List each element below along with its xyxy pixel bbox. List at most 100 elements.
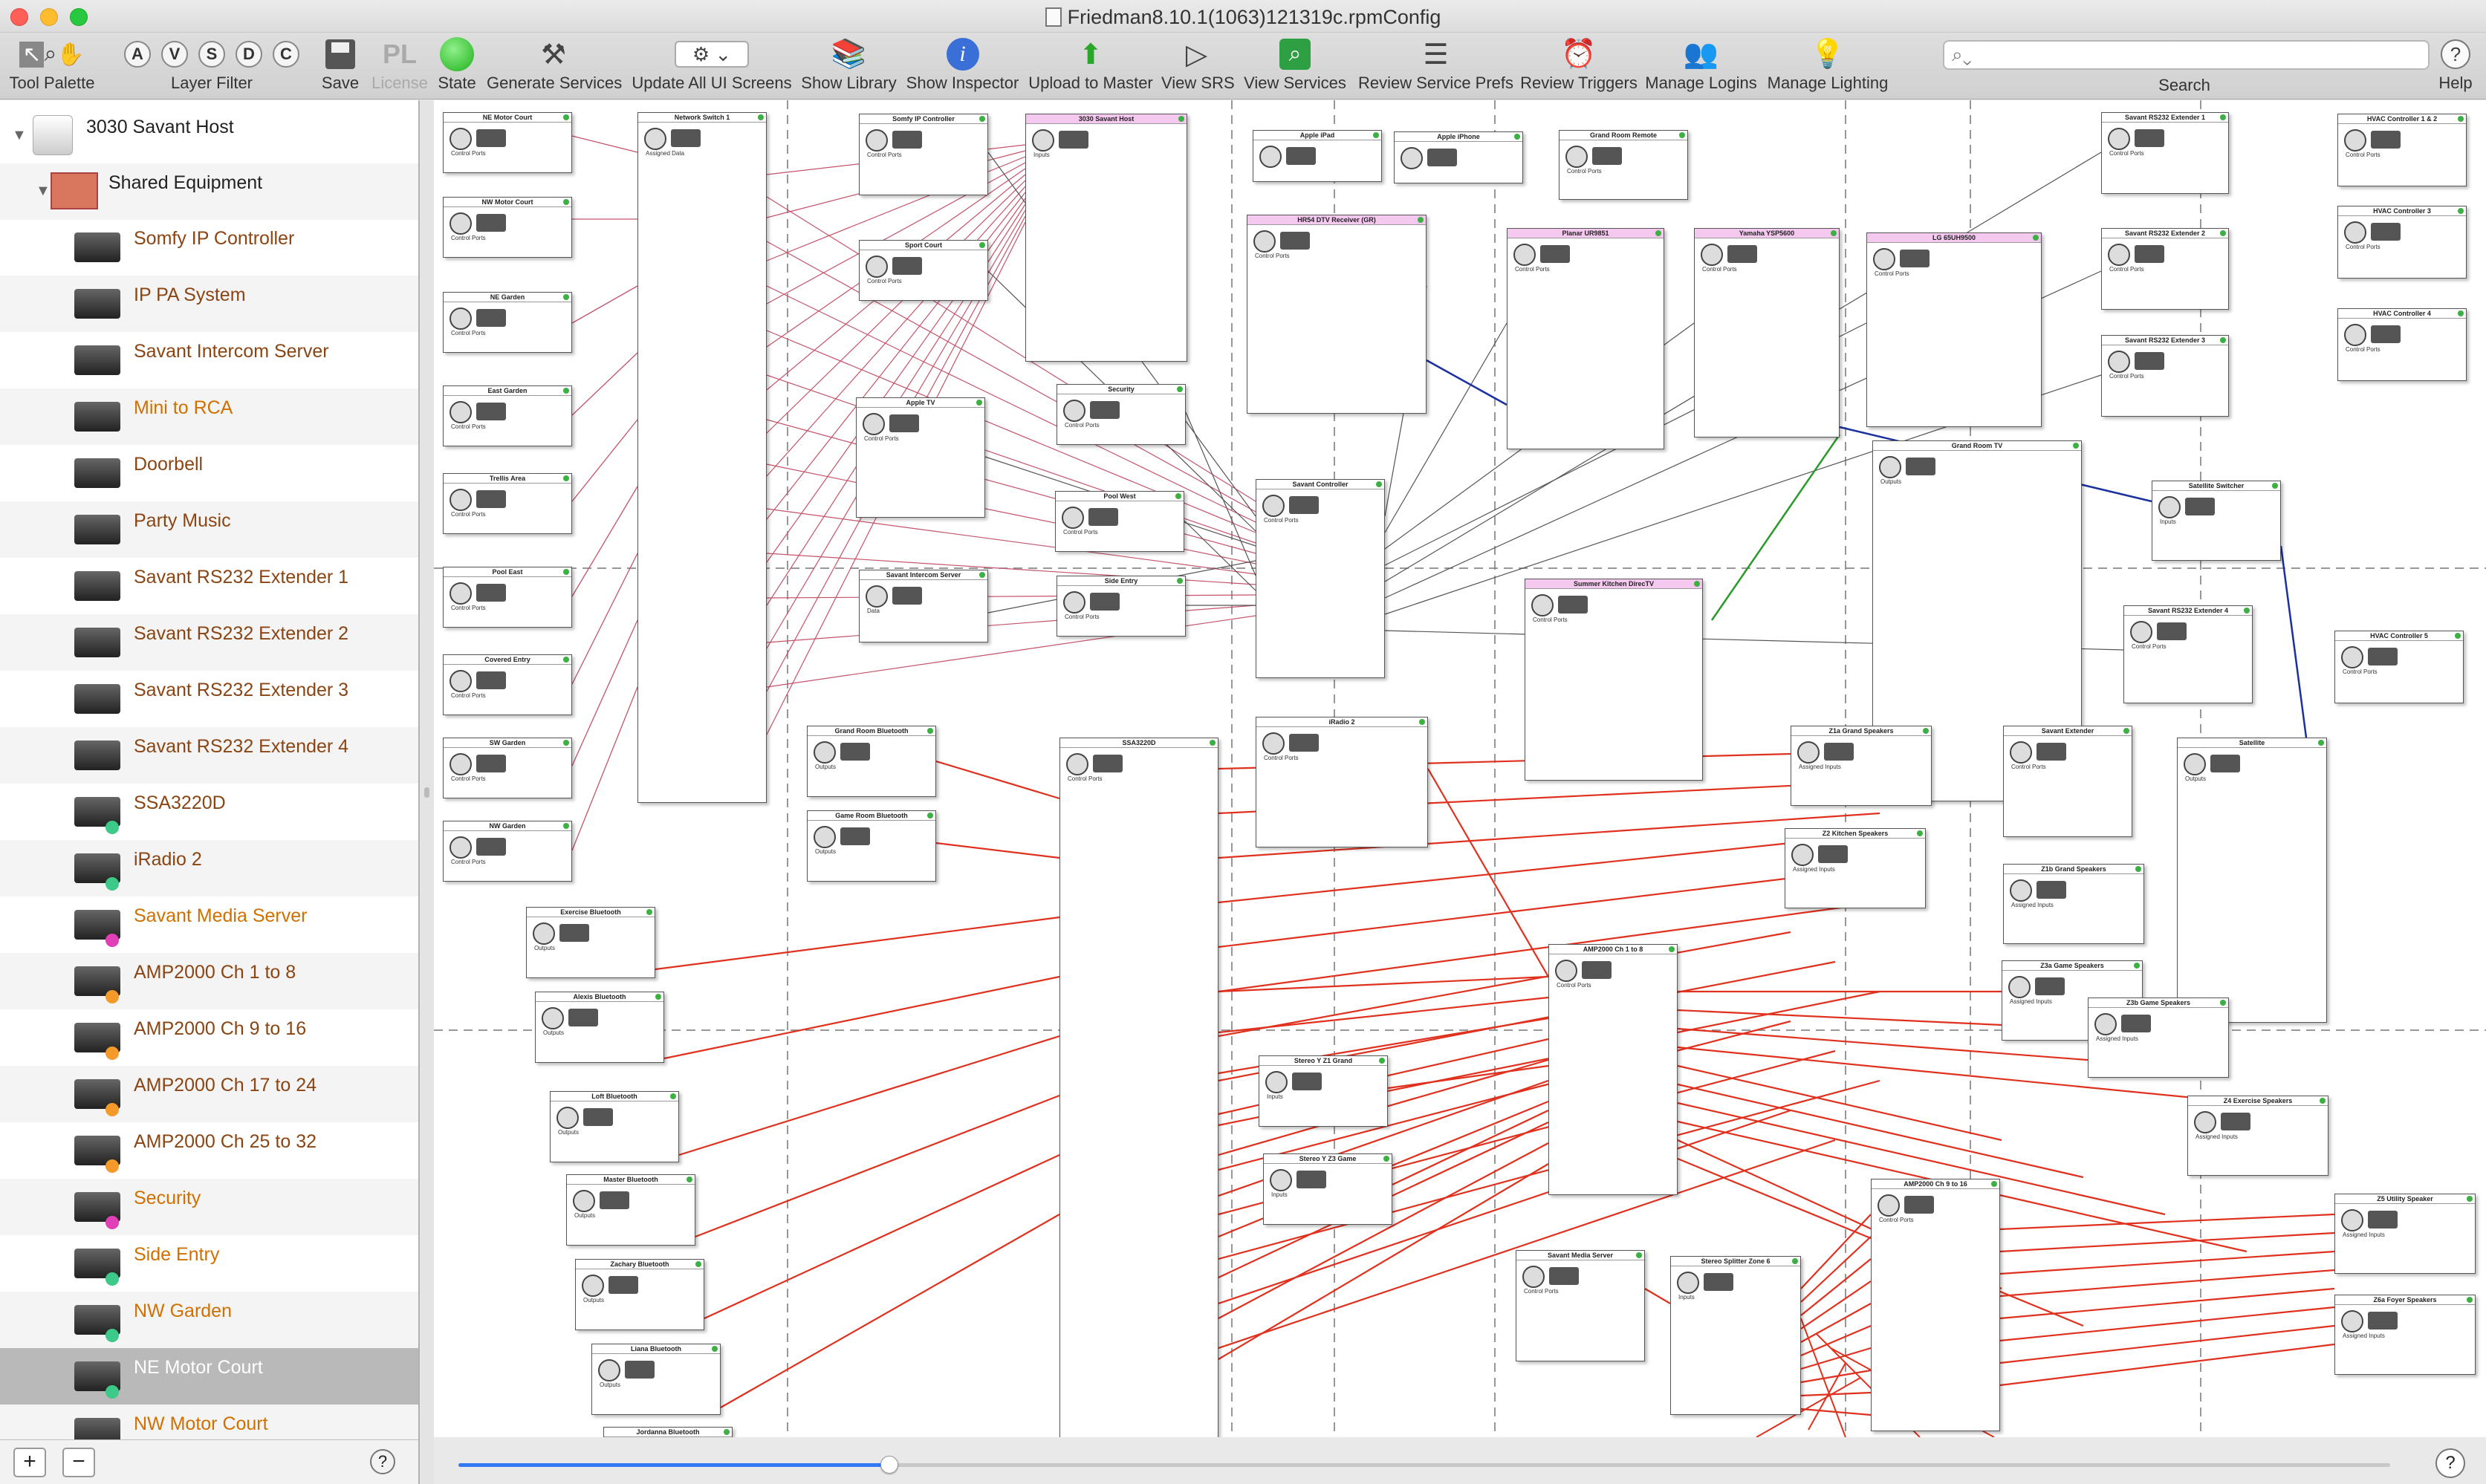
tree-item[interactable]: IP PA System	[0, 276, 418, 332]
device-settings-icon[interactable]	[866, 129, 888, 152]
tree-item[interactable]: Savant RS232 Extender 1	[0, 558, 418, 614]
device-settings-icon[interactable]	[450, 128, 472, 150]
device-block[interactable]: Planar UR9851 Control Ports	[1507, 228, 1664, 449]
device-settings-icon[interactable]	[542, 1007, 564, 1029]
device-settings-icon[interactable]	[1401, 147, 1423, 169]
device-settings-icon[interactable]	[2130, 621, 2152, 643]
device-settings-icon[interactable]	[1265, 1071, 1288, 1093]
sidebar-tree[interactable]: ▼ 3030 Savant Host ▼ Shared Equipment Somfy …	[0, 100, 420, 1484]
device-block[interactable]: Z2 Kitchen Speakers Assigned Inputs	[1785, 828, 1926, 908]
review-prefs-button[interactable]: ☰ Review Service Prefs	[1356, 37, 1516, 92]
device-settings-icon[interactable]	[1879, 456, 1901, 478]
device-block[interactable]: Apple TV Control Ports	[856, 397, 985, 518]
device-block[interactable]: NW Garden Control Ports	[443, 821, 572, 882]
device-settings-icon[interactable]	[2344, 324, 2366, 346]
show-inspector-button[interactable]: i Show Inspector	[905, 37, 1020, 92]
device-block[interactable]: Savant RS232 Extender 3 Control Ports	[2101, 335, 2229, 417]
device-settings-icon[interactable]	[450, 836, 472, 859]
device-settings-icon[interactable]	[644, 128, 666, 150]
device-settings-icon[interactable]	[1032, 129, 1054, 152]
device-settings-icon[interactable]	[863, 413, 885, 435]
device-settings-icon[interactable]	[1062, 507, 1084, 529]
tree-item[interactable]: Savant Intercom Server	[0, 332, 418, 388]
tree-item[interactable]: AMP2000 Ch 9 to 16	[0, 1009, 418, 1066]
tree-item[interactable]: Side Entry	[0, 1235, 418, 1292]
tree-item[interactable]: Party Music	[0, 501, 418, 558]
layer-a-button[interactable]: A	[124, 41, 151, 68]
device-block[interactable]: Apple iPad	[1253, 130, 1382, 182]
device-block[interactable]: Alexis Bluetooth Outputs	[535, 992, 664, 1063]
device-block[interactable]: Pool West Control Ports	[1055, 491, 1184, 552]
review-triggers-button[interactable]: ⏰ Review Triggers	[1519, 37, 1638, 92]
device-settings-icon[interactable]	[866, 256, 888, 278]
tree-item[interactable]: Security	[0, 1179, 418, 1235]
device-settings-icon[interactable]	[582, 1275, 604, 1297]
tree-item[interactable]: AMP2000 Ch 1 to 8	[0, 953, 418, 1009]
zoom-slider-track[interactable]	[889, 1463, 2390, 1467]
tree-item[interactable]: Savant RS232 Extender 2	[0, 614, 418, 671]
device-settings-icon[interactable]	[1791, 844, 1814, 866]
device-block[interactable]: Stereo Splitter Zone 6 Inputs	[1670, 1256, 1801, 1415]
layer-c-button[interactable]: C	[273, 41, 299, 68]
device-settings-icon[interactable]	[1262, 495, 1285, 517]
canvas-help-icon[interactable]: ?	[2435, 1448, 2465, 1478]
device-block[interactable]: Pool East Control Ports	[443, 567, 572, 628]
device-settings-icon[interactable]	[1270, 1169, 1292, 1191]
schematic-canvas[interactable]: NE Motor Court Control Ports NW Motor Cour…	[434, 100, 2486, 1437]
device-block[interactable]: Trellis Area Control Ports	[443, 473, 572, 534]
tool-palette[interactable]: ↖ ⌕ ✋ Tool Palette	[7, 37, 97, 92]
device-block[interactable]: Security Control Ports	[1057, 384, 1186, 445]
device-block[interactable]: East Garden Control Ports	[443, 385, 572, 446]
device-settings-icon[interactable]	[533, 922, 555, 945]
device-block[interactable]: HVAC Controller 1 & 2 Control Ports	[2337, 114, 2467, 186]
device-settings-icon[interactable]	[1677, 1272, 1699, 1294]
manage-lighting-button[interactable]: 💡 Manage Lighting	[1765, 37, 1891, 92]
device-block[interactable]: Stereo Y Z1 Grand Inputs	[1259, 1055, 1388, 1127]
disclosure-triangle-icon[interactable]: ▼	[36, 183, 51, 200]
layer-s-button[interactable]: S	[198, 41, 225, 68]
search-input[interactable]: ⌕⌄	[1943, 40, 2430, 70]
device-block[interactable]: NE Garden Control Ports	[443, 292, 572, 353]
sidebar-help-icon[interactable]: ?	[370, 1449, 395, 1474]
device-settings-icon[interactable]	[450, 212, 472, 235]
device-settings-icon[interactable]	[1513, 244, 1536, 266]
device-settings-icon[interactable]	[1063, 400, 1085, 422]
device-block[interactable]: Z5 Utility Speaker Assigned Inputs	[2334, 1194, 2476, 1274]
device-settings-icon[interactable]	[1253, 230, 1276, 253]
device-settings-icon[interactable]	[1701, 244, 1723, 266]
device-settings-icon[interactable]	[2341, 1209, 2363, 1231]
tree-item[interactable]: NW Garden	[0, 1292, 418, 1348]
device-settings-icon[interactable]	[1555, 960, 1577, 982]
tree-item[interactable]: NE Motor Court	[0, 1348, 418, 1405]
tree-item[interactable]: Savant RS232 Extender 3	[0, 671, 418, 727]
device-block[interactable]: Savant Intercom Server Data	[859, 570, 988, 642]
device-block[interactable]: Loft Bluetooth Outputs	[550, 1091, 679, 1162]
device-block[interactable]: AMP2000 Ch 1 to 8 Control Ports	[1548, 944, 1678, 1195]
tree-item[interactable]: ▼ 3030 Savant Host	[0, 108, 418, 164]
device-block[interactable]: Network Switch 1 Assigned Data	[637, 112, 767, 803]
device-block[interactable]: Z4 Exercise Speakers Assigned Inputs	[2187, 1096, 2328, 1176]
tree-item[interactable]: Savant Media Server	[0, 896, 418, 953]
device-block[interactable]: SW Garden Control Ports	[443, 738, 572, 798]
layer-d-button[interactable]: D	[236, 41, 262, 68]
device-settings-icon[interactable]	[2008, 976, 2031, 998]
device-block[interactable]: NW Motor Court Control Ports	[443, 197, 572, 258]
device-block[interactable]: Z1a Grand Speakers Assigned Inputs	[1791, 726, 1932, 806]
device-settings-icon[interactable]	[1878, 1194, 1900, 1217]
device-block[interactable]: AMP2000 Ch 9 to 16 Control Ports	[1871, 1179, 2000, 1431]
device-block[interactable]: Somfy IP Controller Control Ports	[859, 114, 988, 195]
view-srs-button[interactable]: ▷ View SRS	[1161, 37, 1235, 92]
device-block[interactable]: Stereo Y Z3 Game Inputs	[1263, 1153, 1392, 1225]
device-block[interactable]: HVAC Controller 4 Control Ports	[2337, 308, 2467, 381]
device-settings-icon[interactable]	[450, 753, 472, 775]
device-block[interactable]: Summer Kitchen DirecTV Control Ports	[1525, 579, 1703, 781]
device-settings-icon[interactable]	[1531, 594, 1554, 616]
device-settings-icon[interactable]	[2094, 1013, 2117, 1035]
upload-button[interactable]: ⬆ Upload to Master	[1028, 37, 1154, 92]
manage-logins-button[interactable]: 👥 Manage Logins	[1643, 37, 1759, 92]
update-ui-button[interactable]: ⚙ ⌄ Update All UI Screens	[630, 37, 793, 92]
device-settings-icon[interactable]	[1565, 146, 1588, 168]
remove-button[interactable]: −	[62, 1448, 95, 1477]
tree-item[interactable]: AMP2000 Ch 17 to 24	[0, 1066, 418, 1122]
device-settings-icon[interactable]	[1873, 248, 1895, 270]
